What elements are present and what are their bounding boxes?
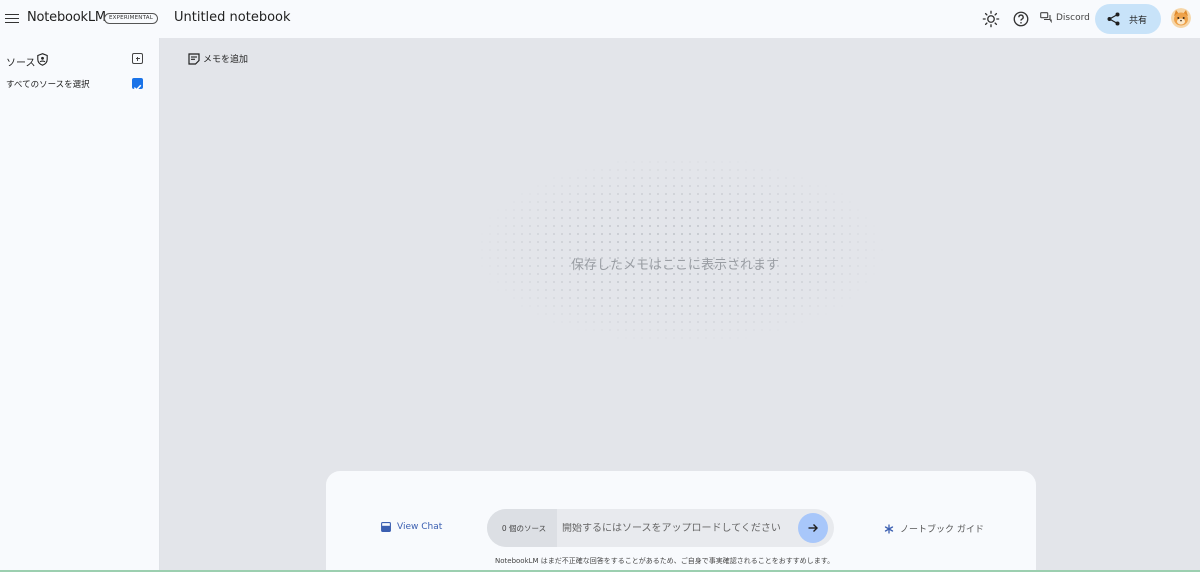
discord-icon [1040, 12, 1052, 23]
chat-input-container: 0 個のソース [487, 509, 834, 547]
help-icon[interactable] [1012, 10, 1030, 28]
share-button[interactable]: 共有 [1095, 4, 1161, 34]
view-chat-button[interactable]: View Chat [381, 522, 442, 532]
share-icon [1107, 12, 1120, 26]
notebook-guide-label: ノートブック ガイド [900, 525, 984, 535]
dot-pattern [481, 161, 875, 339]
sources-sidebar: ソース すべてのソースを選択 [0, 38, 160, 572]
menu-icon[interactable] [5, 11, 19, 27]
arrow-right-icon [808, 524, 818, 532]
chat-panel-icon [381, 522, 391, 532]
app-title: NotebookLM [27, 10, 106, 25]
experimental-badge: EXPERIMENTAL [104, 13, 158, 24]
select-all-checkbox[interactable] [132, 78, 143, 91]
discord-link[interactable]: Discord [1040, 12, 1090, 23]
add-memo-label: メモを追加 [203, 55, 249, 65]
check-icon [133, 84, 142, 91]
add-source-button[interactable] [132, 53, 143, 64]
sources-heading: ソース [6, 58, 36, 69]
send-button[interactable] [798, 513, 828, 543]
chat-input[interactable] [557, 522, 797, 534]
top-bar: NotebookLM EXPERIMENTAL Untitled noteboo… [0, 0, 1200, 38]
share-label: 共有 [1129, 15, 1148, 26]
shield-icon [37, 53, 48, 66]
select-all-sources-label: すべてのソースを選択 [6, 80, 90, 90]
add-memo-button[interactable]: メモを追加 [188, 52, 248, 65]
view-chat-label: View Chat [397, 522, 443, 532]
asterisk-icon [884, 523, 894, 534]
disclaimer-text: NotebookLM はまだ不正確な回答をすることがあるため、ご自身で事実確認さ… [495, 557, 835, 565]
notebook-title[interactable]: Untitled notebook [174, 10, 291, 25]
empty-state-text: 保存したメモはここに表示されます [571, 258, 780, 273]
note-icon [188, 52, 200, 65]
theme-icon[interactable] [982, 10, 1000, 28]
source-count-chip[interactable]: 0 個のソース [487, 509, 557, 547]
avatar[interactable] [1171, 8, 1191, 28]
discord-label: Discord [1056, 12, 1090, 23]
notebook-guide-button[interactable]: ノートブック ガイド [884, 522, 984, 535]
